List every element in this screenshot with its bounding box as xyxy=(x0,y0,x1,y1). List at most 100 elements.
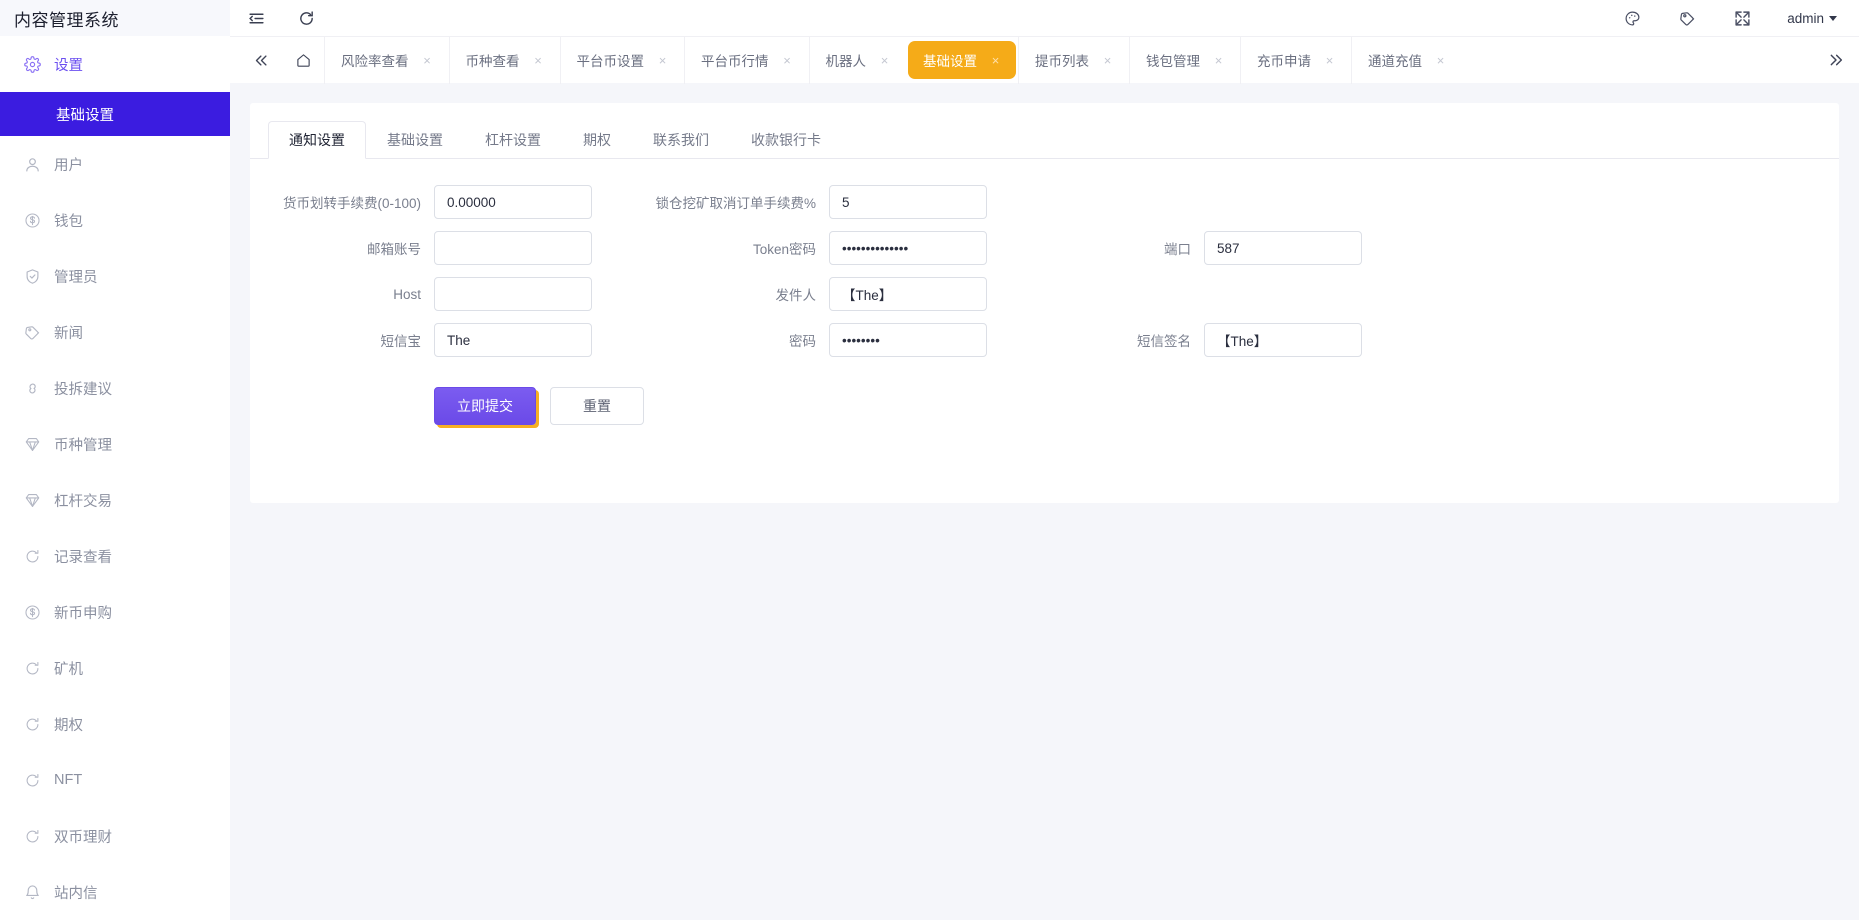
sidebar-item-label: 杠杆交易 xyxy=(54,493,112,510)
sidebar-item-11[interactable]: 矿机 xyxy=(0,640,230,696)
tab-4[interactable]: 机器人 × xyxy=(808,36,907,84)
tabs-scroll-left-button[interactable] xyxy=(240,37,282,84)
form-field-input[interactable] xyxy=(434,323,592,357)
bell-icon xyxy=(24,884,41,901)
close-icon[interactable]: × xyxy=(1213,54,1224,67)
close-icon[interactable]: × xyxy=(1324,54,1335,67)
sidebar-item-4[interactable]: 管理员 xyxy=(0,248,230,304)
form-field-input[interactable] xyxy=(1204,231,1362,265)
form-field-label: Host xyxy=(393,286,421,302)
sidebar-item-9[interactable]: 记录查看 xyxy=(0,528,230,584)
sidebar-item-3[interactable]: 钱包 xyxy=(0,192,230,248)
sidebar-item-15[interactable]: 站内信 xyxy=(0,864,230,920)
right-pane: admin 风险率查看 × 币种查看 × 平台币设置 × 平台币行情 × 机器人 × 基础设置 × 提币… xyxy=(230,0,1859,920)
subtab-0[interactable]: 通知设置 xyxy=(268,121,366,159)
close-icon[interactable]: × xyxy=(990,54,1001,67)
sidebar-item-13[interactable]: NFT xyxy=(0,752,230,808)
form-field-input[interactable] xyxy=(1204,323,1362,357)
settings-card: 通知设置基础设置杠杆设置期权联系我们收款银行卡 货币划转手续费(0-100) 锁仓… xyxy=(250,103,1839,503)
sidebar-item-label: 新币申购 xyxy=(54,605,112,622)
tab-label: 币种查看 xyxy=(465,54,520,69)
tab-8[interactable]: 充币申请 × xyxy=(1240,36,1351,84)
tab-2[interactable]: 平台币设置 × xyxy=(559,36,685,84)
close-icon[interactable]: × xyxy=(422,54,433,67)
reset-button[interactable]: 重置 xyxy=(550,387,644,425)
tab-label: 平台币设置 xyxy=(576,54,645,69)
sidebar-item-label: 基础设置 xyxy=(56,107,114,124)
sidebar-menu: 设置基础设置用户 钱包管理员新闻 投拆建议 币种管理杠杆交易记录查看新币申购矿机期权 N… xyxy=(0,36,230,920)
notification-settings-form: 货币划转手续费(0-100) 锁仓挖矿取消订单手续费% 邮箱账号 Token密码 端口 H… xyxy=(250,159,1839,357)
sidebar-item-14[interactable]: 双币理财 xyxy=(0,808,230,864)
close-icon[interactable]: × xyxy=(1102,54,1113,67)
tag-icon[interactable] xyxy=(1677,8,1697,28)
settings-subtabs: 通知设置 基础设置 杠杆设置 期权 联系我们 收款银行卡 xyxy=(250,103,1839,159)
subtab-4[interactable]: 联系我们 xyxy=(632,121,730,159)
sidebar-item-label: 记录查看 xyxy=(54,549,112,566)
sidebar-item-2[interactable]: 用户 xyxy=(0,136,230,192)
sidebar-item-0[interactable]: 设置 xyxy=(0,36,230,92)
close-icon[interactable]: × xyxy=(533,54,544,67)
sidebar-item-label: 期权 xyxy=(54,717,83,734)
refresh-circle-icon xyxy=(24,772,41,789)
close-icon[interactable]: × xyxy=(879,54,890,67)
form-field-input[interactable] xyxy=(434,231,592,265)
form-field-label: 邮箱账号 xyxy=(367,242,421,257)
palette-icon[interactable] xyxy=(1622,8,1642,28)
form-field-input[interactable] xyxy=(829,277,987,311)
form-field-group: 短信宝 xyxy=(259,323,592,357)
form-field-label: 端口 xyxy=(1164,242,1191,257)
tab-label: 基础设置 xyxy=(923,54,977,69)
subtab-1[interactable]: 基础设置 xyxy=(366,121,464,159)
tab-label: 充币申请 xyxy=(1257,54,1311,69)
subtab-3[interactable]: 期权 xyxy=(562,121,632,159)
sidebar-item-label: 矿机 xyxy=(54,661,83,678)
close-icon[interactable]: × xyxy=(782,54,793,67)
sidebar-item-12[interactable]: 期权 xyxy=(0,696,230,752)
menu-fold-icon[interactable] xyxy=(246,8,266,28)
fullscreen-icon[interactable] xyxy=(1732,8,1752,28)
sidebar: 内容管理系统 设置 基础设置 用户 钱包 管理员 新闻 投拆建议 币种管理 杠杆交易 记录查看 新币… xyxy=(0,0,230,920)
tab-5[interactable]: 基础设置 × xyxy=(908,41,1016,79)
form-field-group: 密码 xyxy=(634,323,987,357)
form-field-group: 短信签名 xyxy=(1029,323,1362,357)
sidebar-item-6[interactable]: 投拆建议 xyxy=(0,360,230,416)
close-icon[interactable]: × xyxy=(657,54,668,67)
subtab-2[interactable]: 杠杆设置 xyxy=(464,121,562,159)
sidebar-item-10[interactable]: 新币申购 xyxy=(0,584,230,640)
form-field-input[interactable] xyxy=(434,277,592,311)
sidebar-item-label: 站内信 xyxy=(54,885,98,902)
sidebar-item-1[interactable]: 基础设置 xyxy=(0,92,230,136)
tabs-more-button[interactable] xyxy=(1813,37,1859,84)
home-icon[interactable] xyxy=(282,37,324,84)
close-icon[interactable]: × xyxy=(1435,54,1446,67)
user-icon xyxy=(24,156,41,173)
tab-3[interactable]: 平台币行情 × xyxy=(684,36,809,84)
tab-6[interactable]: 提币列表 × xyxy=(1018,36,1129,84)
tab-strip: 风险率查看 × 币种查看 × 平台币设置 × 平台币行情 × 机器人 × 基础设置 × 提币列表 × 钱包管… xyxy=(230,36,1859,84)
form-field-group: 邮箱账号 xyxy=(259,231,592,265)
tab-9[interactable]: 通道充值 × xyxy=(1351,36,1462,84)
link-icon xyxy=(24,380,41,397)
tab-label: 平台币行情 xyxy=(701,54,769,69)
form-field-input[interactable] xyxy=(829,323,987,357)
sidebar-item-5[interactable]: 新闻 xyxy=(0,304,230,360)
form-field-input[interactable] xyxy=(829,185,987,219)
refresh-circle-icon xyxy=(24,660,41,677)
sidebar-item-label: 管理员 xyxy=(54,269,98,286)
form-field-input[interactable] xyxy=(434,185,592,219)
tab-0[interactable]: 风险率查看 × xyxy=(324,36,449,84)
refresh-icon[interactable] xyxy=(296,8,316,28)
form-field-group: 货币划转手续费(0-100) xyxy=(259,185,592,219)
content-area: 通知设置基础设置杠杆设置期权联系我们收款银行卡 货币划转手续费(0-100) 锁仓… xyxy=(230,83,1859,920)
subtab-5[interactable]: 收款银行卡 xyxy=(730,121,842,159)
dollar-circle-icon xyxy=(24,604,41,621)
tab-1[interactable]: 币种查看 × xyxy=(448,36,560,84)
user-menu[interactable]: admin xyxy=(1787,11,1837,26)
tag-icon xyxy=(24,324,41,341)
tab-7[interactable]: 钱包管理 × xyxy=(1129,36,1240,84)
sidebar-item-7[interactable]: 币种管理 xyxy=(0,416,230,472)
refresh-circle-icon xyxy=(24,548,41,565)
form-field-input[interactable] xyxy=(829,231,987,265)
sidebar-item-8[interactable]: 杠杆交易 xyxy=(0,472,230,528)
submit-button[interactable]: 立即提交 xyxy=(434,387,536,425)
